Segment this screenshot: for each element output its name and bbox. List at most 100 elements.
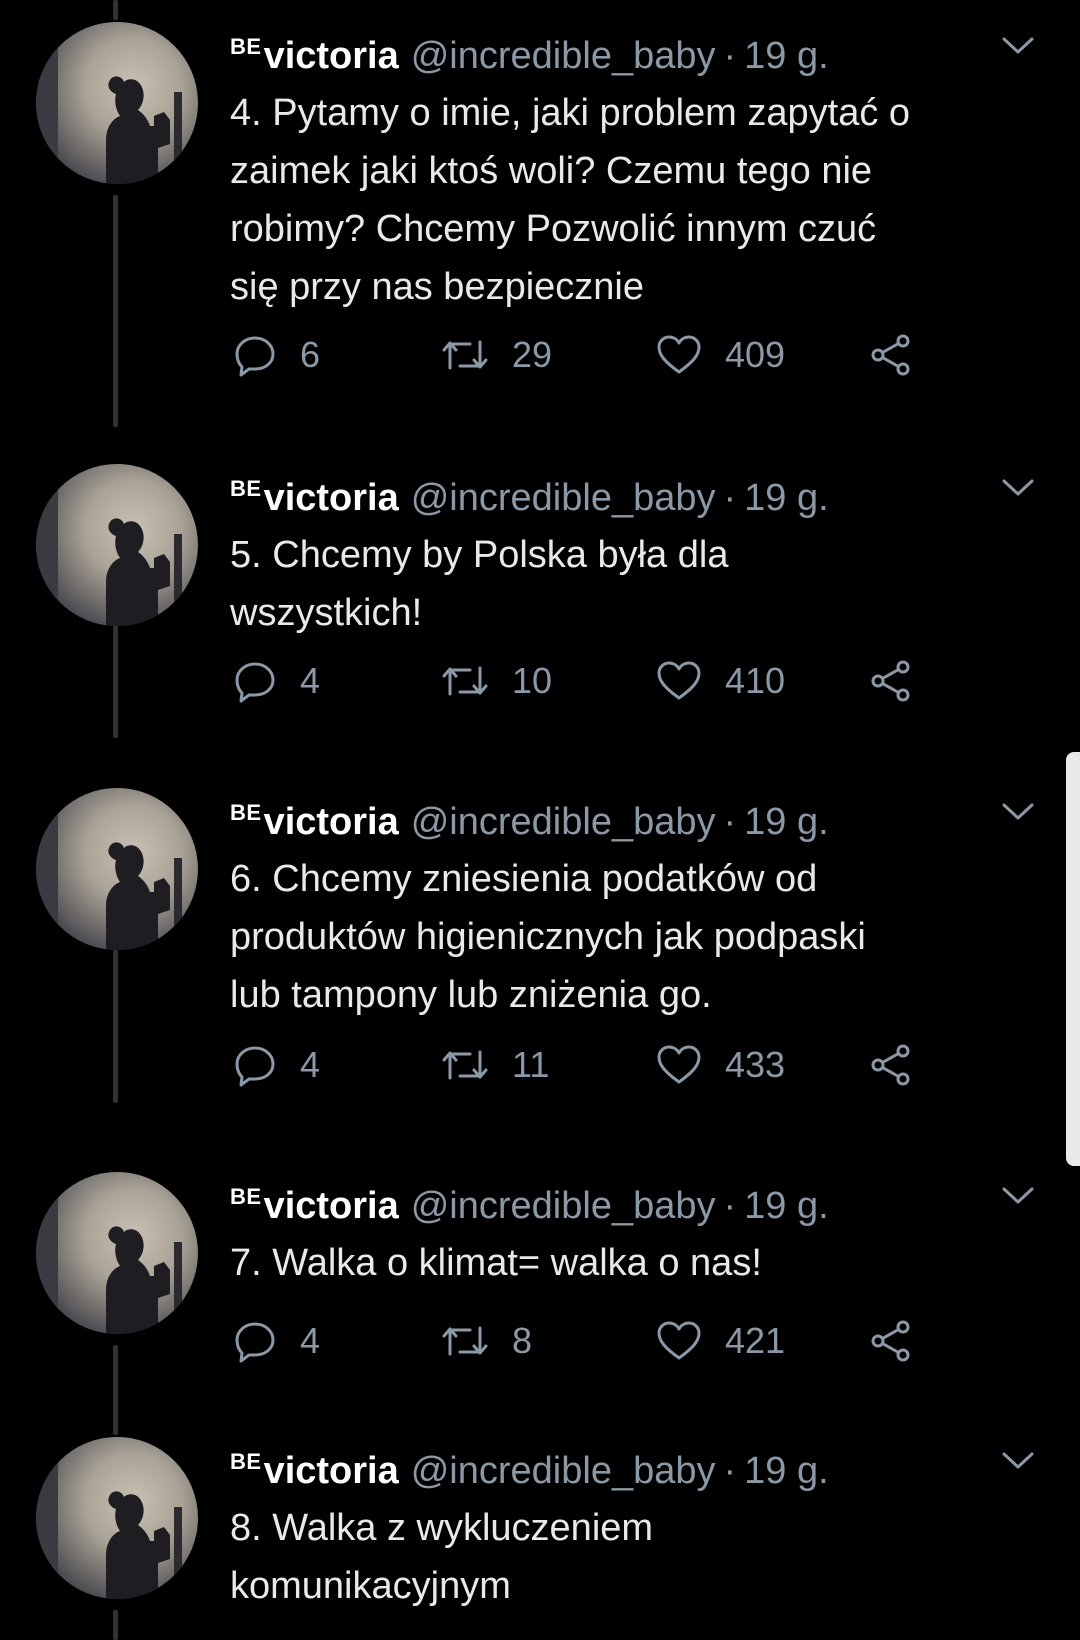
reply-icon bbox=[235, 1046, 275, 1087]
heart-icon bbox=[657, 1045, 701, 1084]
user-badge: BE bbox=[230, 34, 262, 59]
chevron-down-icon[interactable] bbox=[1000, 476, 1036, 500]
tweet-text: 6. Chcemy zniesienia podatków od produkt… bbox=[230, 850, 1040, 1024]
separator: · bbox=[723, 477, 737, 519]
chevron-down-icon[interactable] bbox=[1000, 34, 1036, 58]
retweet-icon bbox=[442, 1050, 488, 1080]
thread-line bbox=[113, 195, 118, 427]
timestamp[interactable]: 19 g. bbox=[744, 1185, 829, 1227]
like-count: 410 bbox=[725, 660, 786, 701]
user-handle[interactable]: @incredible_baby bbox=[411, 35, 716, 77]
tweet-text-line: wszystkich! bbox=[230, 592, 423, 634]
thread-line bbox=[113, 1345, 118, 1435]
avatar[interactable] bbox=[36, 22, 198, 184]
chevron-down-icon[interactable] bbox=[1000, 1184, 1036, 1208]
like-count: 421 bbox=[725, 1320, 786, 1361]
tweet-text-line: lub tampony lub zniżenia go. bbox=[230, 974, 712, 1016]
tweet-header: BEvictoria @incredible_baby · 19 g. bbox=[230, 788, 829, 843]
avatar[interactable] bbox=[36, 464, 198, 626]
tweet-actions: 4 11 433 bbox=[230, 1040, 930, 1090]
share-button[interactable] bbox=[868, 1316, 914, 1366]
thread-line bbox=[113, 1610, 118, 1640]
retweet-icon bbox=[442, 1326, 488, 1356]
retweet-button[interactable]: 11 bbox=[440, 1040, 549, 1090]
tweet-header: BEvictoria @incredible_baby · 19 g. bbox=[230, 464, 829, 519]
user-badge: BE bbox=[230, 800, 262, 825]
display-name[interactable]: victoria bbox=[264, 801, 399, 843]
like-button[interactable]: 433 bbox=[655, 1040, 785, 1090]
tweet-header: BEvictoria @incredible_baby · 19 g. bbox=[230, 22, 829, 77]
user-handle[interactable]: @incredible_baby bbox=[411, 1185, 716, 1227]
tweet-text-line: 7. Walka o klimat= walka o nas! bbox=[230, 1242, 762, 1284]
reply-count: 4 bbox=[300, 660, 321, 701]
tweet-header: BEvictoria @incredible_baby · 19 g. bbox=[230, 1437, 829, 1492]
user-badge: BE bbox=[230, 476, 262, 501]
tweet-actions: 4 8 421 bbox=[230, 1316, 930, 1366]
display-name[interactable]: victoria bbox=[264, 1185, 399, 1227]
chevron-down-icon[interactable] bbox=[1000, 1449, 1036, 1473]
share-button[interactable] bbox=[868, 656, 914, 706]
reply-icon bbox=[235, 662, 275, 703]
share-icon bbox=[871, 660, 910, 702]
reply-button[interactable]: 6 bbox=[232, 330, 320, 380]
scrollbar[interactable] bbox=[1066, 752, 1080, 1166]
tweet-text-line: zaimek jaki ktoś woli? Czemu tego nie bbox=[230, 150, 873, 192]
share-icon bbox=[871, 1320, 910, 1362]
thread-line bbox=[113, 0, 118, 20]
share-button[interactable] bbox=[868, 330, 914, 380]
separator: · bbox=[723, 1185, 737, 1227]
timestamp[interactable]: 19 g. bbox=[744, 477, 829, 519]
like-count: 433 bbox=[725, 1044, 786, 1085]
user-badge: BE bbox=[230, 1449, 262, 1474]
like-count: 409 bbox=[725, 334, 786, 375]
retweet-count: 11 bbox=[512, 1044, 550, 1085]
tweet-text: 4. Pytamy o imie, jaki problem zapytać o… bbox=[230, 84, 1040, 316]
reply-count: 6 bbox=[300, 334, 321, 375]
avatar[interactable] bbox=[36, 788, 198, 950]
avatar[interactable] bbox=[36, 1437, 198, 1599]
reply-count: 4 bbox=[300, 1320, 321, 1361]
like-button[interactable]: 409 bbox=[655, 330, 785, 380]
share-icon bbox=[871, 1044, 910, 1086]
thread-line bbox=[113, 618, 118, 738]
user-handle[interactable]: @incredible_baby bbox=[411, 1450, 716, 1492]
like-button[interactable]: 410 bbox=[655, 656, 785, 706]
thread-line bbox=[113, 950, 118, 1103]
user-handle[interactable]: @incredible_baby bbox=[411, 801, 716, 843]
heart-icon bbox=[657, 335, 701, 374]
tweet-text-line: się przy nas bezpiecznie bbox=[230, 266, 644, 308]
tweet-text-line: 8. Walka z wykluczeniem bbox=[230, 1507, 654, 1549]
reply-count: 4 bbox=[300, 1044, 321, 1085]
reply-button[interactable]: 4 bbox=[232, 1316, 320, 1366]
display-name[interactable]: victoria bbox=[264, 477, 399, 519]
timestamp[interactable]: 19 g. bbox=[744, 35, 829, 77]
like-button[interactable]: 421 bbox=[655, 1316, 785, 1366]
timestamp[interactable]: 19 g. bbox=[744, 1450, 829, 1492]
tweet-text-line: 5. Chcemy by Polska była dla bbox=[230, 534, 729, 576]
reply-button[interactable]: 4 bbox=[232, 656, 320, 706]
tweet-text-line: produktów higienicznych jak podpaski bbox=[230, 916, 866, 958]
retweet-button[interactable]: 8 bbox=[440, 1316, 532, 1366]
share-button[interactable] bbox=[868, 1040, 914, 1090]
user-handle[interactable]: @incredible_baby bbox=[411, 477, 716, 519]
separator: · bbox=[723, 1450, 737, 1492]
timestamp[interactable]: 19 g. bbox=[744, 801, 829, 843]
tweet-text-line: robimy? Chcemy Pozwolić innym czuć bbox=[230, 208, 877, 250]
tweet-text: 5. Chcemy by Polska była dla wszystkich! bbox=[230, 526, 1040, 642]
reply-button[interactable]: 4 bbox=[232, 1040, 320, 1090]
chevron-down-icon[interactable] bbox=[1000, 800, 1036, 824]
reply-icon bbox=[235, 1322, 275, 1363]
display-name[interactable]: victoria bbox=[264, 1450, 399, 1492]
tweet-text: 7. Walka o klimat= walka o nas! bbox=[230, 1234, 1040, 1292]
retweet-button[interactable]: 10 bbox=[440, 656, 552, 706]
user-badge: BE bbox=[230, 1184, 262, 1209]
avatar[interactable] bbox=[36, 1172, 198, 1334]
separator: · bbox=[723, 35, 737, 77]
tweet-text-line: 4. Pytamy o imie, jaki problem zapytać o bbox=[230, 92, 911, 134]
heart-icon bbox=[657, 1321, 701, 1360]
retweet-button[interactable]: 29 bbox=[440, 330, 552, 380]
heart-icon bbox=[657, 661, 701, 700]
tweet-text: 8. Walka z wykluczeniem komunikacyjnym bbox=[230, 1499, 1040, 1615]
display-name[interactable]: victoria bbox=[264, 35, 399, 77]
retweet-icon bbox=[442, 666, 488, 696]
